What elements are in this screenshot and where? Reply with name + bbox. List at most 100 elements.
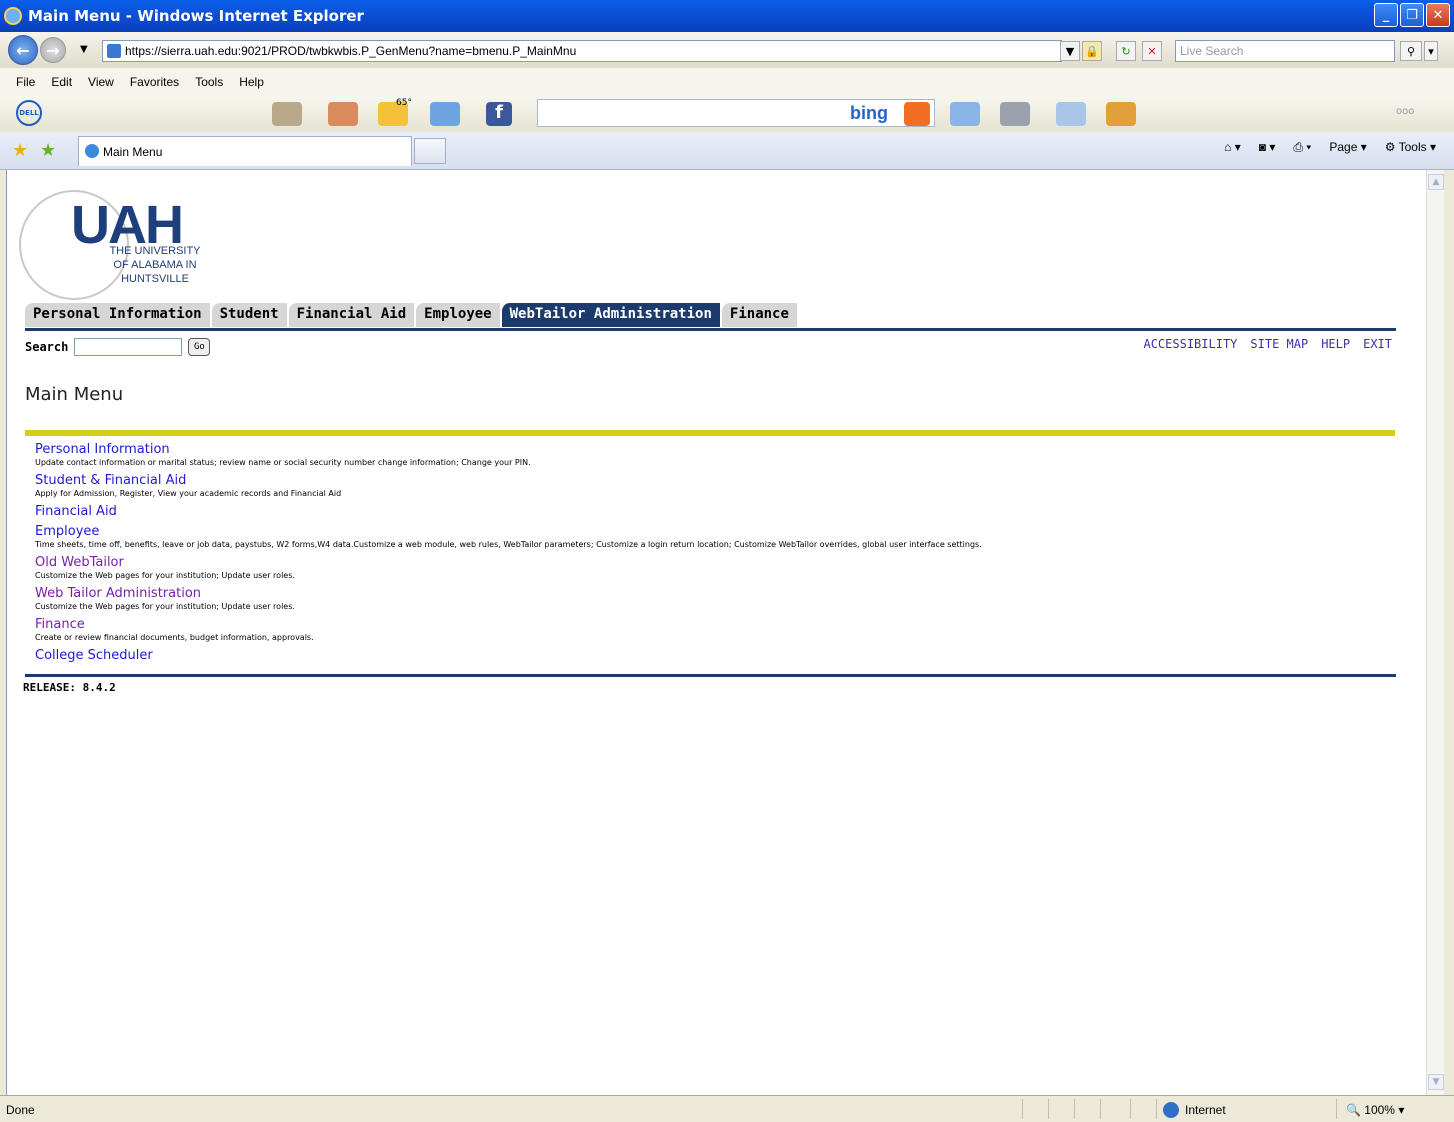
tab-row: ★ ★ Main Menu ⌂ ▾ ◙ ▾ ⎙ ▾ Page ▾ ⚙ Tools… — [0, 132, 1454, 170]
bing-logo: bing — [850, 103, 888, 123]
close-button[interactable]: ✕ — [1426, 3, 1450, 27]
new-tab-button[interactable] — [414, 138, 446, 164]
menu-link-finance[interactable]: Finance — [35, 617, 1395, 633]
ie-tab-icon — [85, 144, 99, 158]
menu-file[interactable]: File — [16, 75, 35, 89]
menu-link-student-financial-aid[interactable]: Student & Financial Aid — [35, 473, 1395, 489]
nav-divider — [25, 328, 1396, 331]
menu-link-financial-aid[interactable]: Financial Aid — [35, 504, 1395, 520]
title-divider — [25, 430, 1395, 436]
lock-icon[interactable]: 🔒 — [1082, 41, 1102, 61]
menu-item-desc: Apply for Admission, Register, View your… — [35, 489, 342, 498]
search-options-icon[interactable]: ▾ — [1424, 41, 1438, 61]
tab-main-menu[interactable]: Main Menu — [78, 136, 412, 166]
tab-label: Main Menu — [103, 144, 163, 159]
scroll-up-icon[interactable]: ▲ — [1428, 174, 1444, 190]
search-input[interactable] — [74, 338, 183, 356]
nav-tab-finance[interactable]: Finance — [721, 303, 797, 327]
feeds-icon[interactable]: ◙ ▾ — [1259, 140, 1276, 155]
live-search-input[interactable]: Live Search — [1175, 40, 1395, 62]
address-input[interactable]: https://sierra.uah.edu:9021/PROD/twbkwbi… — [102, 40, 1062, 62]
menu-item-desc: Customize the Web pages for your institu… — [35, 571, 295, 580]
menu-link-college-scheduler[interactable]: College Scheduler — [35, 648, 1395, 664]
menu-item: Personal Information Update contact info… — [35, 442, 1395, 468]
menu-link-web-tailor-administration[interactable]: Web Tailor Administration — [35, 586, 1395, 602]
home-icon[interactable]: ⌂ ▾ — [1224, 140, 1241, 155]
menu-favorites[interactable]: Favorites — [130, 75, 179, 89]
site-map-link[interactable]: SITE MAP — [1250, 337, 1308, 351]
menu-item: Finance Create or review financial docum… — [35, 617, 1395, 643]
exit-link[interactable]: EXIT — [1363, 337, 1392, 351]
main-nav-tabs: Personal Information Student Financial A… — [25, 303, 799, 327]
bing-search-button[interactable] — [904, 102, 930, 126]
history-dropdown-icon[interactable]: ▼ — [80, 44, 88, 55]
page-menu[interactable]: Page ▾ — [1329, 140, 1366, 155]
add-favorites-icon[interactable]: ★ — [40, 140, 56, 161]
nav-tab-webtailor-administration[interactable]: WebTailor Administration — [501, 303, 720, 327]
menu-link-personal-information[interactable]: Personal Information — [35, 442, 1395, 458]
logo-name: THE UNIVERSITY OF ALABAMA IN HUNTSVILLE — [109, 245, 201, 285]
search-bar: Search Go — [25, 338, 211, 356]
vertical-scrollbar[interactable]: ▲ ▼ — [1426, 170, 1444, 1095]
games-icon[interactable] — [1106, 102, 1136, 126]
address-url: https://sierra.uah.edu:9021/PROD/twbkwbi… — [125, 44, 577, 58]
mail-icon[interactable] — [430, 102, 460, 126]
chart-icon[interactable] — [1056, 102, 1086, 126]
menu-item: Student & Financial Aid Apply for Admiss… — [35, 473, 1395, 499]
nav-tab-personal-information[interactable]: Personal Information — [25, 303, 210, 327]
more-options-icon[interactable]: ooo — [1396, 106, 1414, 117]
weather-temp: 65° — [396, 98, 412, 108]
status-text: Done — [6, 1103, 35, 1117]
window-title: Main Menu - Windows Internet Explorer — [28, 7, 364, 25]
dell-logo-icon[interactable]: DELL — [16, 100, 42, 126]
security-zone[interactable]: Internet — [1163, 1102, 1226, 1118]
footer-divider — [25, 674, 1396, 677]
help-link[interactable]: HELP — [1321, 337, 1350, 351]
menu-link-old-webtailor[interactable]: Old WebTailor — [35, 555, 1395, 571]
tools-menu[interactable]: ⚙ Tools ▾ — [1385, 140, 1436, 155]
favorites-star-icon[interactable]: ★ — [12, 140, 28, 161]
accessibility-link[interactable]: ACCESSIBILITY — [1143, 337, 1237, 351]
menu-tools[interactable]: Tools — [195, 75, 223, 89]
like-icon[interactable] — [950, 102, 980, 126]
release-version: RELEASE: 8.4.2 — [23, 681, 116, 694]
go-button[interactable]: Go — [188, 338, 211, 356]
facebook-icon[interactable]: f — [486, 102, 512, 126]
back-button[interactable]: ← — [8, 35, 38, 65]
menu-item: Old WebTailor Customize the Web pages fo… — [35, 555, 1395, 581]
menu-bar: File Edit View Favorites Tools Help — [0, 68, 1454, 96]
menu-help[interactable]: Help — [239, 75, 264, 89]
page-title: Main Menu — [25, 384, 124, 405]
calendar-icon[interactable] — [328, 102, 358, 126]
menu-view[interactable]: View — [88, 75, 114, 89]
page-icon — [107, 44, 121, 58]
video-icon[interactable] — [1000, 102, 1030, 126]
address-toolbar: ← → ▼ https://sierra.uah.edu:9021/PROD/t… — [0, 32, 1454, 68]
forward-button[interactable]: → — [40, 37, 66, 63]
menu-item-desc: Create or review financial documents, bu… — [35, 633, 314, 642]
search-icon[interactable]: ⚲ — [1400, 41, 1422, 61]
menu-edit[interactable]: Edit — [51, 75, 72, 89]
nav-tab-student[interactable]: Student — [211, 303, 287, 327]
menu-item-desc: Update contact information or marital st… — [35, 458, 531, 467]
menu-link-employee[interactable]: Employee — [35, 524, 1395, 540]
page-content: UAH THE UNIVERSITY OF ALABAMA IN HUNTSVI… — [6, 170, 1426, 1095]
search-label: Search — [25, 340, 69, 354]
globe-icon — [1163, 1102, 1179, 1118]
refresh-icon[interactable]: ↻ — [1116, 41, 1136, 61]
minimize-button[interactable]: _ — [1374, 3, 1398, 27]
stop-icon[interactable]: ✕ — [1142, 41, 1162, 61]
maximize-button[interactable]: ❐ — [1400, 3, 1424, 27]
address-dropdown-icon[interactable]: ▼ — [1060, 41, 1080, 61]
scroll-down-icon[interactable]: ▼ — [1428, 1074, 1444, 1090]
uah-logo: UAH THE UNIVERSITY OF ALABAMA IN HUNTSVI… — [9, 172, 219, 304]
print-icon[interactable]: ⎙ ▾ — [1293, 140, 1311, 155]
weather-icon[interactable]: 65° — [378, 98, 412, 126]
nav-tab-financial-aid[interactable]: Financial Aid — [288, 303, 415, 327]
nav-tab-employee[interactable]: Employee — [416, 303, 500, 327]
menu-item: Web Tailor Administration Customize the … — [35, 586, 1395, 612]
ie-icon — [4, 7, 22, 25]
news-icon[interactable] — [272, 102, 302, 126]
zoom-level[interactable]: 🔍 100% ▾ — [1346, 1103, 1404, 1117]
menu-item: Financial Aid — [35, 504, 1395, 520]
